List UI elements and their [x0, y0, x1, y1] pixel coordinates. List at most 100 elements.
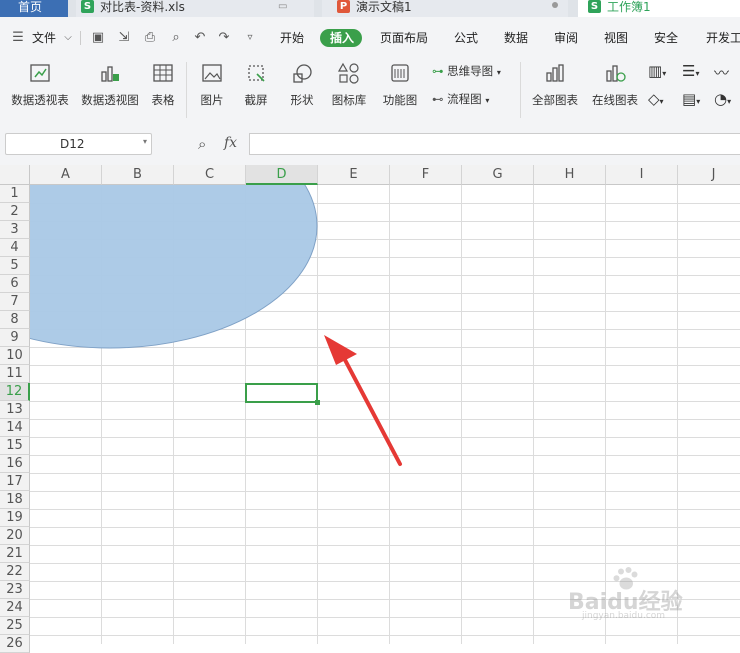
spreadsheet-file-icon: S [81, 0, 94, 13]
line-chart-icon[interactable]: 〰 [714, 62, 729, 83]
zoom-search-icon[interactable]: ⌕ [198, 135, 206, 153]
row-header[interactable]: 6 [0, 275, 30, 293]
tab-home[interactable]: 首页 [0, 0, 68, 17]
row-header[interactable]: 18 [0, 491, 30, 509]
stats-chart-icon[interactable]: ▤▾ [682, 90, 700, 108]
row-header[interactable]: 23 [0, 581, 30, 599]
pivot-table-icon [30, 64, 50, 82]
grid-line [533, 185, 534, 644]
row-header[interactable]: 22 [0, 563, 30, 581]
column-chart-icon[interactable]: ▥▾ [648, 62, 666, 80]
menu-tab-data[interactable]: 数据 [504, 30, 528, 46]
shape-button[interactable]: 形状 [282, 62, 322, 108]
column-header-c[interactable]: C [174, 165, 246, 185]
table-button[interactable]: 表格 [146, 62, 180, 108]
print-icon[interactable]: ⎙ [142, 30, 158, 46]
row-header[interactable]: 16 [0, 455, 30, 473]
row-header-selected[interactable]: 12 [0, 383, 30, 401]
pie-chart-icon[interactable]: ◔▾ [714, 90, 731, 108]
grid-line [30, 545, 740, 546]
row-header[interactable]: 25 [0, 617, 30, 635]
toolbar-divider [80, 31, 81, 45]
function-chart-icon [391, 64, 409, 82]
menu-tab-formulas[interactable]: 公式 [454, 30, 478, 46]
column-header-a[interactable]: A [30, 165, 102, 185]
chevron-down-icon: ▾ [496, 68, 501, 77]
row-header[interactable]: 8 [0, 311, 30, 329]
column-header-d[interactable]: D [246, 165, 318, 185]
row-header[interactable]: 11 [0, 365, 30, 383]
row-header[interactable]: 15 [0, 437, 30, 455]
row-header[interactable]: 10 [0, 347, 30, 365]
row-header[interactable]: 20 [0, 527, 30, 545]
row-header[interactable]: 1 [0, 185, 30, 203]
function-chart-button[interactable]: 功能图 [376, 62, 424, 108]
shape-icon [293, 64, 312, 83]
mind-map-button[interactable]: ⊶ 思维导图 ▾ [432, 63, 501, 79]
grid-line [30, 527, 740, 528]
select-all-corner[interactable] [0, 165, 30, 185]
name-box[interactable]: D12 ▾ [5, 133, 152, 155]
tab-xls-file[interactable]: S 对比表-资料.xls ▭ [76, 0, 314, 17]
row-header[interactable]: 2 [0, 203, 30, 221]
column-header-b[interactable]: B [102, 165, 174, 185]
area-chart-icon[interactable]: ◇▾ [648, 90, 664, 108]
menu-tab-review[interactable]: 审阅 [554, 30, 578, 46]
grid-line [30, 257, 740, 258]
menu-tab-insert[interactable]: 插入 [330, 30, 354, 46]
chevron-down-icon[interactable]: ⌵ [60, 30, 76, 46]
save-icon[interactable]: ▣ [90, 30, 106, 46]
grid-line [30, 239, 740, 240]
all-charts-button[interactable]: 全部图表 [528, 62, 582, 108]
icon-library-button[interactable]: 图标库 [328, 62, 370, 108]
grid-line [173, 185, 174, 644]
row-header[interactable]: 24 [0, 599, 30, 617]
menu-tab-home[interactable]: 开始 [280, 30, 304, 46]
formula-input[interactable] [249, 133, 740, 155]
bar-chart-horizontal-icon[interactable]: ☰▾ [682, 62, 699, 80]
print-preview-icon[interactable]: ⌕ [168, 30, 184, 46]
online-charts-button[interactable]: 在线图表 [588, 62, 642, 108]
column-header-f[interactable]: F [390, 165, 462, 185]
baidu-watermark: Baidu经验 jingyan.baidu.com [560, 564, 740, 624]
menu-row [0, 17, 740, 57]
more-dropdown-icon[interactable]: ▿ [242, 30, 258, 46]
export-icon[interactable]: ⇲ [116, 30, 132, 46]
tab-xls-label: 对比表-资料.xls [100, 0, 185, 14]
menu-tab-developer[interactable]: 开发工 [706, 30, 740, 46]
row-header[interactable]: 19 [0, 509, 30, 527]
flowchart-button[interactable]: ⊷ 流程图 ▾ [432, 91, 489, 107]
row-header[interactable]: 5 [0, 257, 30, 275]
row-header[interactable]: 3 [0, 221, 30, 239]
tab-presentation[interactable]: P 演示文稿1 [322, 0, 568, 17]
picture-icon [202, 64, 222, 82]
row-header[interactable]: 4 [0, 239, 30, 257]
menu-tab-security[interactable]: 安全 [654, 30, 678, 46]
tab-workbook[interactable]: S 工作簿1 [578, 0, 740, 17]
row-header[interactable]: 21 [0, 545, 30, 563]
row-header[interactable]: 9 [0, 329, 30, 347]
row-header[interactable]: 14 [0, 419, 30, 437]
picture-button[interactable]: 图片 [192, 62, 232, 108]
column-header-h[interactable]: H [534, 165, 606, 185]
column-header-e[interactable]: E [318, 165, 390, 185]
row-header[interactable]: 7 [0, 293, 30, 311]
row-header[interactable]: 17 [0, 473, 30, 491]
hamburger-menu-icon[interactable]: ☰ [10, 30, 26, 46]
undo-icon[interactable]: ↶ [192, 30, 208, 46]
screenshot-button[interactable]: 截屏 [236, 62, 276, 108]
chevron-down-icon[interactable]: ▾ [143, 137, 147, 146]
pivot-chart-button[interactable]: 数据透视图 [78, 62, 142, 108]
column-header-j[interactable]: J [678, 165, 740, 185]
column-header-g[interactable]: G [462, 165, 534, 185]
menu-tab-page-layout[interactable]: 页面布局 [380, 30, 428, 46]
row-header[interactable]: 13 [0, 401, 30, 419]
menu-tab-view[interactable]: 视图 [604, 30, 628, 46]
column-header-i[interactable]: I [606, 165, 678, 185]
redo-icon[interactable]: ↷ [216, 30, 232, 46]
pivot-table-button[interactable]: 数据透视表 [8, 62, 72, 108]
file-menu[interactable]: 文件 [32, 30, 56, 46]
tab-home-label: 首页 [18, 0, 43, 14]
row-header[interactable]: 26 [0, 635, 30, 653]
fx-button[interactable]: fx [224, 135, 237, 151]
